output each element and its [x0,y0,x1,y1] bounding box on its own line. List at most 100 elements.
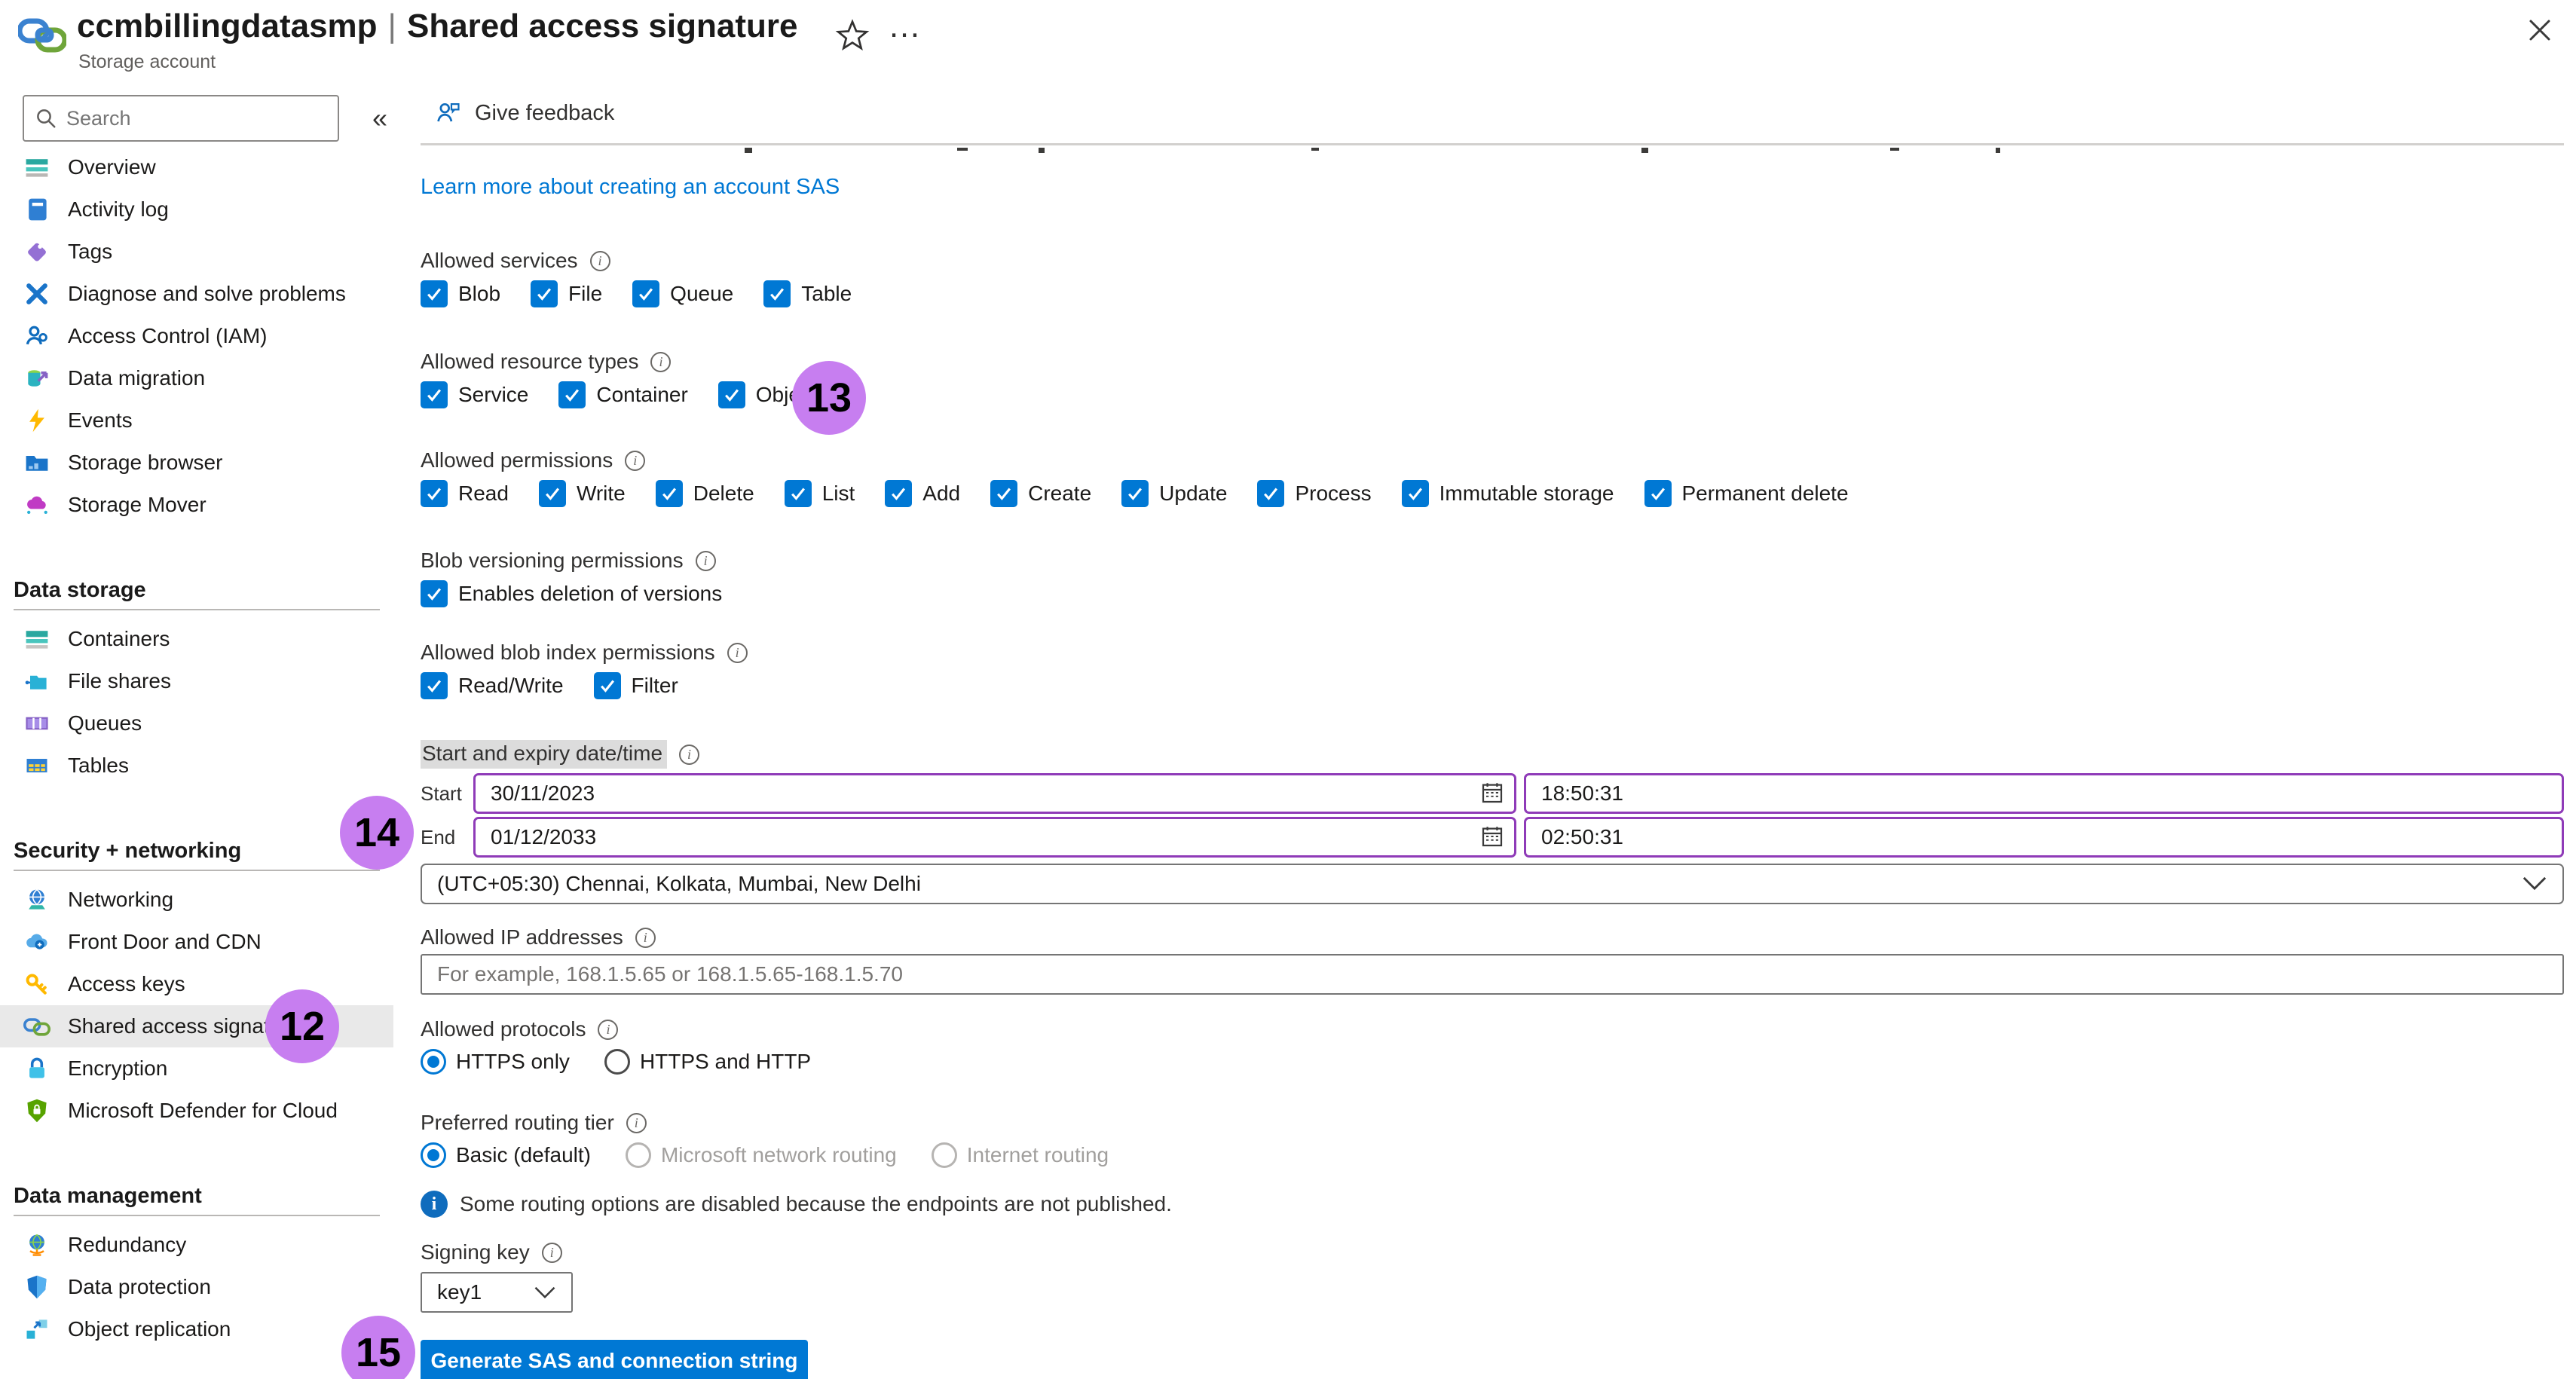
section-header-security: Security + networking [14,833,393,864]
collapse-sidebar-button[interactable]: « [359,99,393,137]
sidebar-item-access-keys[interactable]: Access keys [0,963,393,1005]
checkbox-service[interactable]: Service [421,381,528,408]
section-header-management: Data management [14,1179,393,1209]
sidebar-item-tags[interactable]: Tags [0,231,393,273]
generate-sas-button[interactable]: Generate SAS and connection string [421,1340,808,1379]
sidebar-item-front-door[interactable]: Front Door and CDN [0,921,393,963]
info-icon[interactable]: i [590,251,610,271]
sidebar-item-shared-access-signature[interactable]: Shared access signature 12 [0,1005,393,1047]
sidebar-item-object-replication[interactable]: Object replication [0,1308,393,1350]
timezone-value: (UTC+05:30) Chennai, Kolkata, Mumbai, Ne… [437,872,921,896]
sidebar-item-storage-mover[interactable]: Storage Mover [0,484,393,526]
info-icon[interactable]: i [625,451,645,471]
allowed-ip-input[interactable] [421,954,2564,995]
checkbox-checked-icon [785,480,812,507]
sidebar-item-label: Overview [68,155,156,179]
start-date-input[interactable] [473,773,1516,814]
radio-https-only[interactable]: HTTPS only [421,1049,570,1075]
sidebar-item-file-shares[interactable]: File shares [0,660,393,702]
info-icon[interactable]: i [626,1113,647,1133]
radio-unselected-icon [604,1049,630,1075]
checkbox-file[interactable]: File [531,280,602,307]
checkbox-write[interactable]: Write [539,480,626,507]
info-icon[interactable]: i [650,352,671,372]
tools-icon [23,280,51,308]
shield-lock-icon [23,1096,51,1125]
checkbox-filter[interactable]: Filter [594,672,678,699]
checkbox-add[interactable]: Add [885,480,960,507]
checkbox-label: Filter [632,674,678,698]
checkbox-read-write[interactable]: Read/Write [421,672,564,699]
info-icon[interactable]: i [598,1020,618,1040]
sidebar-item-label: Data migration [68,366,205,390]
checkbox-table[interactable]: Table [763,280,852,307]
sidebar-item-overview[interactable]: Overview [0,146,393,188]
sidebar-item-activity-log[interactable]: Activity log [0,188,393,231]
sidebar-item-diagnose[interactable]: Diagnose and solve problems [0,273,393,315]
sidebar-item-data-migration[interactable]: Data migration [0,357,393,399]
radio-https-and-http[interactable]: HTTPS and HTTP [604,1049,811,1075]
checkbox-permanent-delete[interactable]: Permanent delete [1644,480,1849,507]
checkbox-list[interactable]: List [785,480,855,507]
checkbox-create[interactable]: Create [990,480,1091,507]
end-date-input[interactable] [473,817,1516,858]
checkbox-label: Write [577,482,626,506]
checkbox-checked-icon [421,672,448,699]
sidebar-item-encryption[interactable]: Encryption [0,1047,393,1090]
sidebar-search[interactable] [23,95,339,142]
start-time-input[interactable] [1524,773,2564,814]
signing-key-select[interactable]: key1 [421,1272,573,1313]
end-time-input[interactable] [1524,817,2564,858]
sidebar-item-containers[interactable]: Containers [0,618,393,660]
allowed-services-label: Allowed services [421,249,578,273]
key-icon [23,970,51,998]
checkbox-container[interactable]: Container [558,381,687,408]
cloud-mover-icon [23,491,51,519]
sidebar-item-networking[interactable]: Networking [0,879,393,921]
checkbox-label: Queue [670,282,733,306]
start-expiry-label: Start and expiry date/time [421,740,667,769]
section-divider [14,1215,380,1216]
checkbox-read[interactable]: Read [421,480,509,507]
checkbox-checked-icon [1402,480,1429,507]
checkbox-enables-deletion-of-versions[interactable]: Enables deletion of versions [421,580,722,607]
info-icon[interactable]: i [542,1243,562,1263]
info-icon[interactable]: i [635,928,656,948]
checkbox-immutable-storage[interactable]: Immutable storage [1402,480,1614,507]
checkbox-queue[interactable]: Queue [632,280,733,307]
globe-network-icon [23,885,51,914]
annotation-badge-12: 12 [265,989,339,1063]
resource-name: ccmbillingdatasmp [77,8,378,44]
sidebar-item-access-control[interactable]: Access Control (IAM) [0,315,393,357]
sidebar-item-defender[interactable]: Microsoft Defender for Cloud [0,1090,393,1132]
checkbox-checked-icon [763,280,791,307]
info-icon[interactable]: i [679,745,699,765]
sidebar-item-data-protection[interactable]: Data protection [0,1266,393,1308]
sidebar-item-events[interactable]: Events [0,399,393,442]
blob-versioning-label: Blob versioning permissions [421,549,684,573]
info-icon[interactable]: i [696,551,716,571]
give-feedback-button[interactable]: Give feedback [434,95,614,131]
tag-icon [23,237,51,266]
search-input[interactable] [66,107,315,130]
learn-more-link[interactable]: Learn more about creating an account SAS [421,175,840,200]
timezone-select[interactable]: (UTC+05:30) Chennai, Kolkata, Mumbai, Ne… [421,864,2564,904]
checkbox-checked-icon [718,381,745,408]
sidebar-item-redundancy[interactable]: Redundancy [0,1224,393,1266]
chevron-down-icon [534,1280,556,1304]
checkbox-blob[interactable]: Blob [421,280,500,307]
radio-basic-default[interactable]: Basic (default) [421,1142,591,1168]
end-label: End [421,817,455,858]
sidebar-item-tables[interactable]: Tables [0,745,393,787]
sidebar-item-label: Events [68,408,133,433]
checkbox-checked-icon [656,480,683,507]
checkbox-checked-icon [539,480,566,507]
checkbox-process[interactable]: Process [1257,480,1371,507]
info-icon[interactable]: i [727,643,748,663]
sidebar-item-queues[interactable]: Queues [0,702,393,745]
sidebar-item-storage-browser[interactable]: Storage browser [0,442,393,484]
checkbox-update[interactable]: Update [1121,480,1227,507]
checkbox-delete[interactable]: Delete [656,480,754,507]
signing-key-label: Signing key [421,1240,530,1264]
sidebar-item-label: Object replication [68,1317,231,1341]
